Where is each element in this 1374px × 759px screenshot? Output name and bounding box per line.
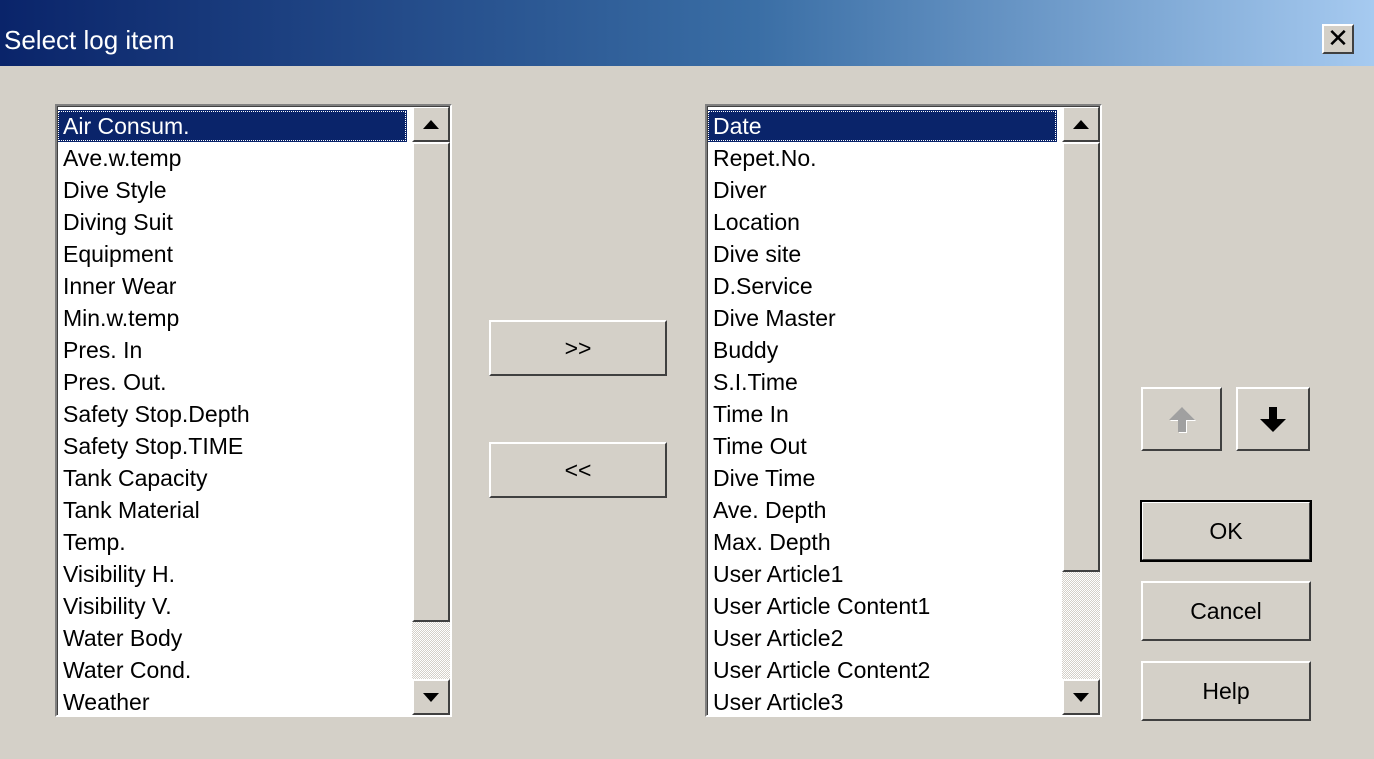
list-item[interactable]: Time In — [707, 398, 1057, 430]
scroll-up-arrow-icon — [423, 119, 439, 129]
list-item[interactable]: D.Service — [707, 270, 1057, 302]
available-items-list: Air Consum. Ave.w.temp Dive Style Diving Su… — [57, 110, 407, 715]
list-item[interactable]: User Article2 — [707, 622, 1057, 654]
arrow-down-icon — [1260, 406, 1286, 432]
available-items-listbox[interactable]: Air Consum. Ave.w.temp Dive Style Diving Su… — [55, 104, 452, 717]
remove-item-button[interactable]: << — [489, 442, 667, 498]
list-item[interactable]: Dive Time — [707, 462, 1057, 494]
list-item[interactable]: S.I.Time — [707, 366, 1057, 398]
ok-button[interactable]: OK — [1140, 500, 1312, 562]
scroll-down-button[interactable] — [1062, 679, 1100, 715]
list-item[interactable]: Pres. In — [57, 334, 407, 366]
list-item[interactable]: Ave. Depth — [707, 494, 1057, 526]
window-title: Select log item — [4, 25, 175, 55]
list-item[interactable]: Diving Suit — [57, 206, 407, 238]
list-item[interactable]: Safety Stop.TIME — [57, 430, 407, 462]
list-item[interactable]: Dive Master — [707, 302, 1057, 334]
scrollbar-thumb[interactable] — [412, 142, 450, 622]
list-item[interactable]: Visibility H. — [57, 558, 407, 590]
list-item[interactable]: User Article Content2 — [707, 654, 1057, 686]
scroll-down-arrow-icon — [1073, 692, 1089, 702]
list-item[interactable]: Diver — [707, 174, 1057, 206]
list-item[interactable]: Air Consum. — [57, 110, 407, 142]
list-item[interactable]: Water Cond. — [57, 654, 407, 686]
scroll-up-arrow-icon — [1073, 119, 1089, 129]
scroll-up-button[interactable] — [412, 106, 450, 142]
list-item[interactable]: Safety Stop.Depth — [57, 398, 407, 430]
list-item[interactable]: Tank Material — [57, 494, 407, 526]
close-button[interactable]: ✕ — [1322, 24, 1354, 54]
list-item[interactable]: Water Body — [57, 622, 407, 654]
list-item[interactable]: Visibility V. — [57, 590, 407, 622]
list-item[interactable]: Time Out — [707, 430, 1057, 462]
select-log-item-dialog: Select log item ✕ Air Consum. Ave.w.temp D… — [0, 0, 1374, 759]
list-item[interactable]: User Article1 — [707, 558, 1057, 590]
add-item-button[interactable]: >> — [489, 320, 667, 376]
list-item[interactable]: Tank Capacity — [57, 462, 407, 494]
list-item[interactable]: Dive site — [707, 238, 1057, 270]
move-up-button — [1141, 387, 1222, 451]
scroll-down-arrow-icon — [423, 692, 439, 702]
help-button[interactable]: Help — [1141, 661, 1311, 721]
cancel-button[interactable]: Cancel — [1141, 581, 1311, 641]
list-item[interactable]: Weather — [57, 686, 407, 715]
list-item[interactable]: Min.w.temp — [57, 302, 407, 334]
move-down-button[interactable] — [1236, 387, 1310, 451]
list-item[interactable]: Repet.No. — [707, 142, 1057, 174]
list-item[interactable]: Temp. — [57, 526, 407, 558]
list-item[interactable]: Pres. Out. — [57, 366, 407, 398]
selected-items-list: Date Repet.No. Diver Location Dive site D.Ser… — [707, 110, 1057, 715]
title-bar[interactable]: Select log item ✕ — [0, 0, 1374, 66]
available-items-scrollbar[interactable] — [412, 106, 450, 715]
scrollbar-thumb[interactable] — [1062, 142, 1100, 572]
list-item[interactable]: Inner Wear — [57, 270, 407, 302]
list-item[interactable]: Dive Style — [57, 174, 407, 206]
list-item[interactable]: Location — [707, 206, 1057, 238]
selected-items-listbox[interactable]: Date Repet.No. Diver Location Dive site D.Ser… — [705, 104, 1102, 717]
scroll-up-button[interactable] — [1062, 106, 1100, 142]
list-item[interactable]: Equipment — [57, 238, 407, 270]
list-item[interactable]: Buddy — [707, 334, 1057, 366]
close-icon: ✕ — [1327, 24, 1349, 54]
arrow-up-icon — [1168, 406, 1195, 432]
list-item[interactable]: User Article Content1 — [707, 590, 1057, 622]
list-item[interactable]: Ave.w.temp — [57, 142, 407, 174]
list-item[interactable]: User Article3 — [707, 686, 1057, 715]
scroll-down-button[interactable] — [412, 679, 450, 715]
list-item[interactable]: Max. Depth — [707, 526, 1057, 558]
list-item[interactable]: Date — [707, 110, 1057, 142]
selected-items-scrollbar[interactable] — [1062, 106, 1100, 715]
